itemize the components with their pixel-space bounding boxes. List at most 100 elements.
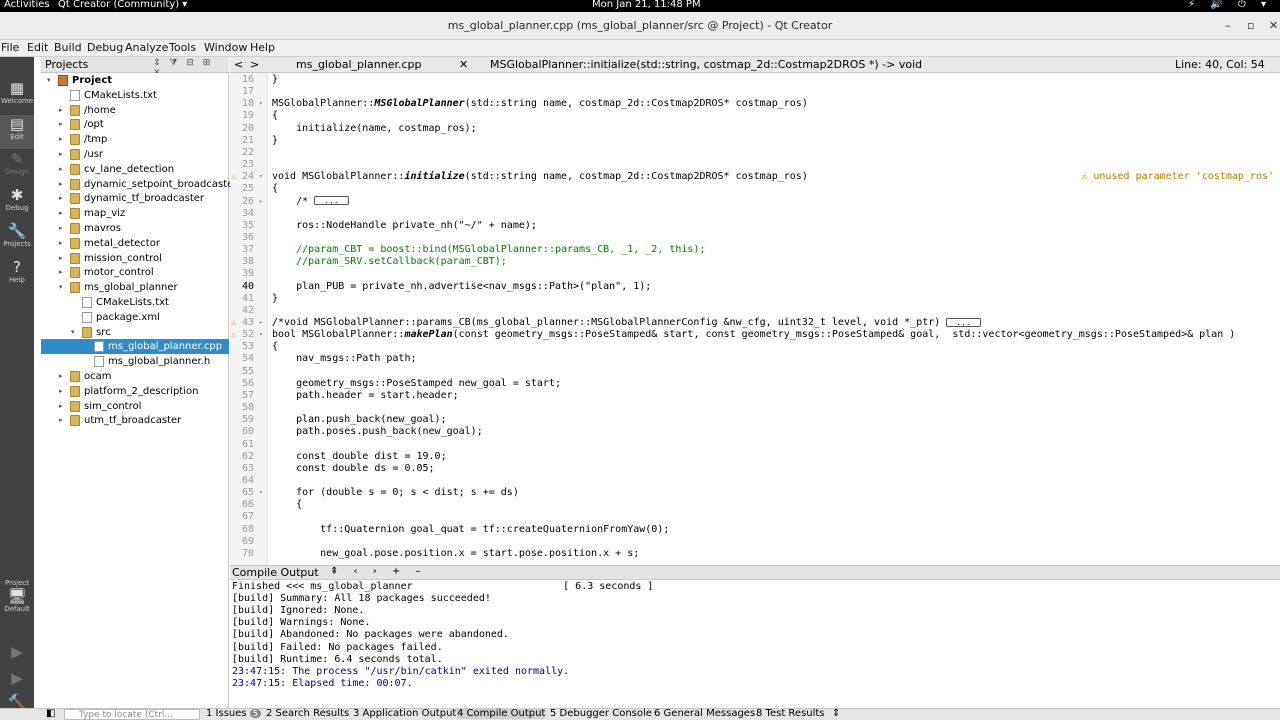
clock[interactable]: Mon Jan 21, 11:48 PM	[592, 0, 701, 10]
compile-output[interactable]: Finished <<< ms_global_planner [ 6.3 sec…	[230, 580, 1280, 708]
activities-button[interactable]: Activities	[4, 0, 50, 10]
tree-item[interactable]: ▸ cv_lane_detection	[41, 162, 229, 177]
collapse-arrow-icon[interactable]: ▸	[59, 236, 63, 251]
open-document-selector[interactable]: ms_global_planner.cpp	[296, 58, 422, 71]
collapse-arrow-icon[interactable]: ▸	[59, 265, 63, 280]
folder-icon	[70, 193, 80, 205]
kit-selector[interactable]: Project 🖥 Default	[0, 579, 34, 613]
menu-build[interactable]: Build	[54, 41, 82, 54]
expand-arrow-icon[interactable]: ▾	[71, 325, 75, 340]
collapse-arrow-icon[interactable]: ▸	[59, 251, 63, 266]
menu-help[interactable]: Help	[250, 41, 275, 54]
menu-window[interactable]: Window	[204, 41, 247, 54]
fold-marker-icon[interactable]: ▸	[259, 196, 263, 208]
expand-arrow-icon[interactable]: ▾	[59, 280, 63, 295]
collapse-arrow-icon[interactable]: ▸	[59, 191, 63, 206]
tree-item[interactable]: ▸ mavros	[41, 221, 229, 236]
fold-marker-icon[interactable]: ▾	[259, 487, 263, 499]
tree-item[interactable]: ms_global_planner.h	[41, 354, 229, 369]
tree-item[interactable]: ▸ ocam	[41, 369, 229, 384]
collapse-arrow-icon[interactable]: ▸	[59, 162, 63, 177]
output-pane-tab[interactable]: 1 Issues 5	[206, 708, 261, 719]
tree-item[interactable]: ▸ dynamic_tf_broadcaster	[41, 191, 229, 206]
output-pane-tab[interactable]: 2 Search Results	[266, 708, 349, 719]
run-button[interactable]: ▶	[0, 643, 34, 661]
tree-item[interactable]: ▾ src	[41, 325, 229, 340]
tree-item[interactable]: ▾ ms_global_planner	[41, 280, 229, 295]
tree-item[interactable]: CMakeLists.txt	[41, 88, 229, 103]
expand-arrow-icon[interactable]: ▾	[47, 73, 51, 88]
output-pane-tab[interactable]: 4 Compile Output	[457, 708, 546, 719]
tree-item[interactable]: ▸ platform_2_description	[41, 384, 229, 399]
tree-item[interactable]: ▸ sim_control	[41, 399, 229, 414]
symbol-selector[interactable]: MSGlobalPlanner::initialize(std::string,…	[490, 58, 922, 71]
tree-item[interactable]: ▾ Project	[41, 73, 229, 88]
tree-item[interactable]: ▸ /usr	[41, 147, 229, 162]
tree-item[interactable]: ▸ mission_control	[41, 251, 229, 266]
tree-item[interactable]: ▸ map_viz	[41, 206, 229, 221]
fold-marker-icon[interactable]: ▸	[259, 317, 263, 329]
system-tray-icons[interactable]: ⚡ 🔊 ⏻ ▾	[1188, 0, 1272, 10]
maximize-button[interactable]: ▫	[1247, 19, 1254, 32]
collapse-arrow-icon[interactable]: ▸	[59, 117, 63, 132]
navigate-forward-button[interactable]: >	[250, 58, 259, 71]
mode-edit[interactable]: ▤ Edit	[0, 115, 34, 149]
debug-run-button[interactable]: ▶	[0, 669, 34, 687]
navigate-back-button[interactable]: <	[234, 58, 243, 71]
collapse-arrow-icon[interactable]: ▸	[59, 147, 63, 162]
collapse-arrow-icon[interactable]: ▸	[59, 384, 63, 399]
output-pane-tools[interactable]: ⇞ ‹ › + –	[330, 566, 426, 577]
menu-analyze[interactable]: Analyze	[125, 41, 168, 54]
menu-debug[interactable]: Debug	[87, 41, 123, 54]
tree-item[interactable]: CMakeLists.txt	[41, 295, 229, 310]
toggle-sidebar-icon[interactable]: ◧	[46, 708, 55, 719]
code-editor[interactable]: 16 17 18 ▾ 19 20 21 22 23 24 ▾ ⚠ 25 26 ▸ 34 35 36 37 38 39 40…	[230, 73, 1280, 565]
fold-marker-icon[interactable]: ▾	[259, 329, 263, 341]
collapse-arrow-icon[interactable]: ▸	[59, 177, 63, 192]
app-menu[interactable]: Qt Creator (Community) ▾	[58, 0, 187, 10]
close-document-button[interactable]: ✕	[459, 58, 468, 71]
collapse-arrow-icon[interactable]: ▸	[59, 206, 63, 221]
collapse-arrow-icon[interactable]: ▸	[59, 132, 63, 147]
collapse-arrow-icon[interactable]: ▸	[59, 221, 63, 236]
mode-debug[interactable]: ✱ Debug	[0, 186, 34, 220]
warning-icon[interactable]: ⚠	[231, 171, 236, 183]
menu-file[interactable]: File	[1, 41, 19, 54]
more-panes-button[interactable]: ⇕	[832, 708, 840, 719]
code-line: //param_SRV.setCallback(param_CBT);	[272, 256, 507, 268]
warning-icon[interactable]: ⚠	[231, 329, 236, 341]
fold-marker-icon[interactable]: ▾	[259, 171, 263, 183]
collapse-arrow-icon[interactable]: ▸	[59, 413, 63, 428]
folded-block-marker[interactable]: ...	[946, 317, 981, 327]
locator-input[interactable]: Type to locate (Ctrl...	[64, 709, 200, 720]
tree-item[interactable]: ▸ utm_tf_broadcaster	[41, 413, 229, 428]
collapse-arrow-icon[interactable]: ▸	[59, 103, 63, 118]
tree-item[interactable]: ▸ metal_detector	[41, 236, 229, 251]
fold-marker-icon[interactable]: ▾	[259, 98, 263, 110]
output-pane-tab[interactable]: 6 General Messages	[654, 708, 755, 719]
tree-item[interactable]: ▸ dynamic_setpoint_broadcaster	[41, 177, 237, 192]
tree-item[interactable]: ms_global_planner.cpp	[41, 339, 229, 355]
tree-item[interactable]: package.xml	[41, 310, 229, 325]
tree-item[interactable]: ▸ /tmp	[41, 132, 229, 147]
menu-tools[interactable]: Tools	[169, 41, 196, 54]
close-window-button[interactable]: ✕	[1269, 19, 1278, 32]
minimize-button[interactable]: –	[1225, 19, 1231, 32]
folded-block-marker[interactable]: ...	[314, 196, 349, 205]
tree-item[interactable]: ▸ /opt	[41, 117, 229, 132]
collapse-arrow-icon[interactable]: ▸	[59, 399, 63, 414]
output-pane-tab[interactable]: 8 Test Results	[756, 708, 825, 719]
mode-projects[interactable]: 🔧 Projects	[0, 222, 34, 256]
mode-design[interactable]: ✎ Design	[0, 150, 34, 184]
mode-welcome[interactable]: ▦ Welcome	[0, 79, 34, 113]
warning-icon[interactable]: ⚠	[231, 317, 236, 329]
collapse-arrow-icon[interactable]: ▸	[59, 369, 63, 384]
tree-item[interactable]: ▸ motor_control	[41, 265, 229, 280]
output-pane-tab[interactable]: 5 Debugger Console	[550, 708, 652, 719]
tree-item[interactable]: ▸ /home	[41, 103, 229, 118]
output-pane-tab[interactable]: 3 Application Output	[353, 708, 456, 719]
projects-view-selector[interactable]: Projects	[45, 58, 88, 71]
menu-edit[interactable]: Edit	[27, 41, 48, 54]
cursor-position[interactable]: Line: 40, Col: 54	[1175, 58, 1265, 71]
mode-help[interactable]: ? Help	[0, 258, 34, 292]
